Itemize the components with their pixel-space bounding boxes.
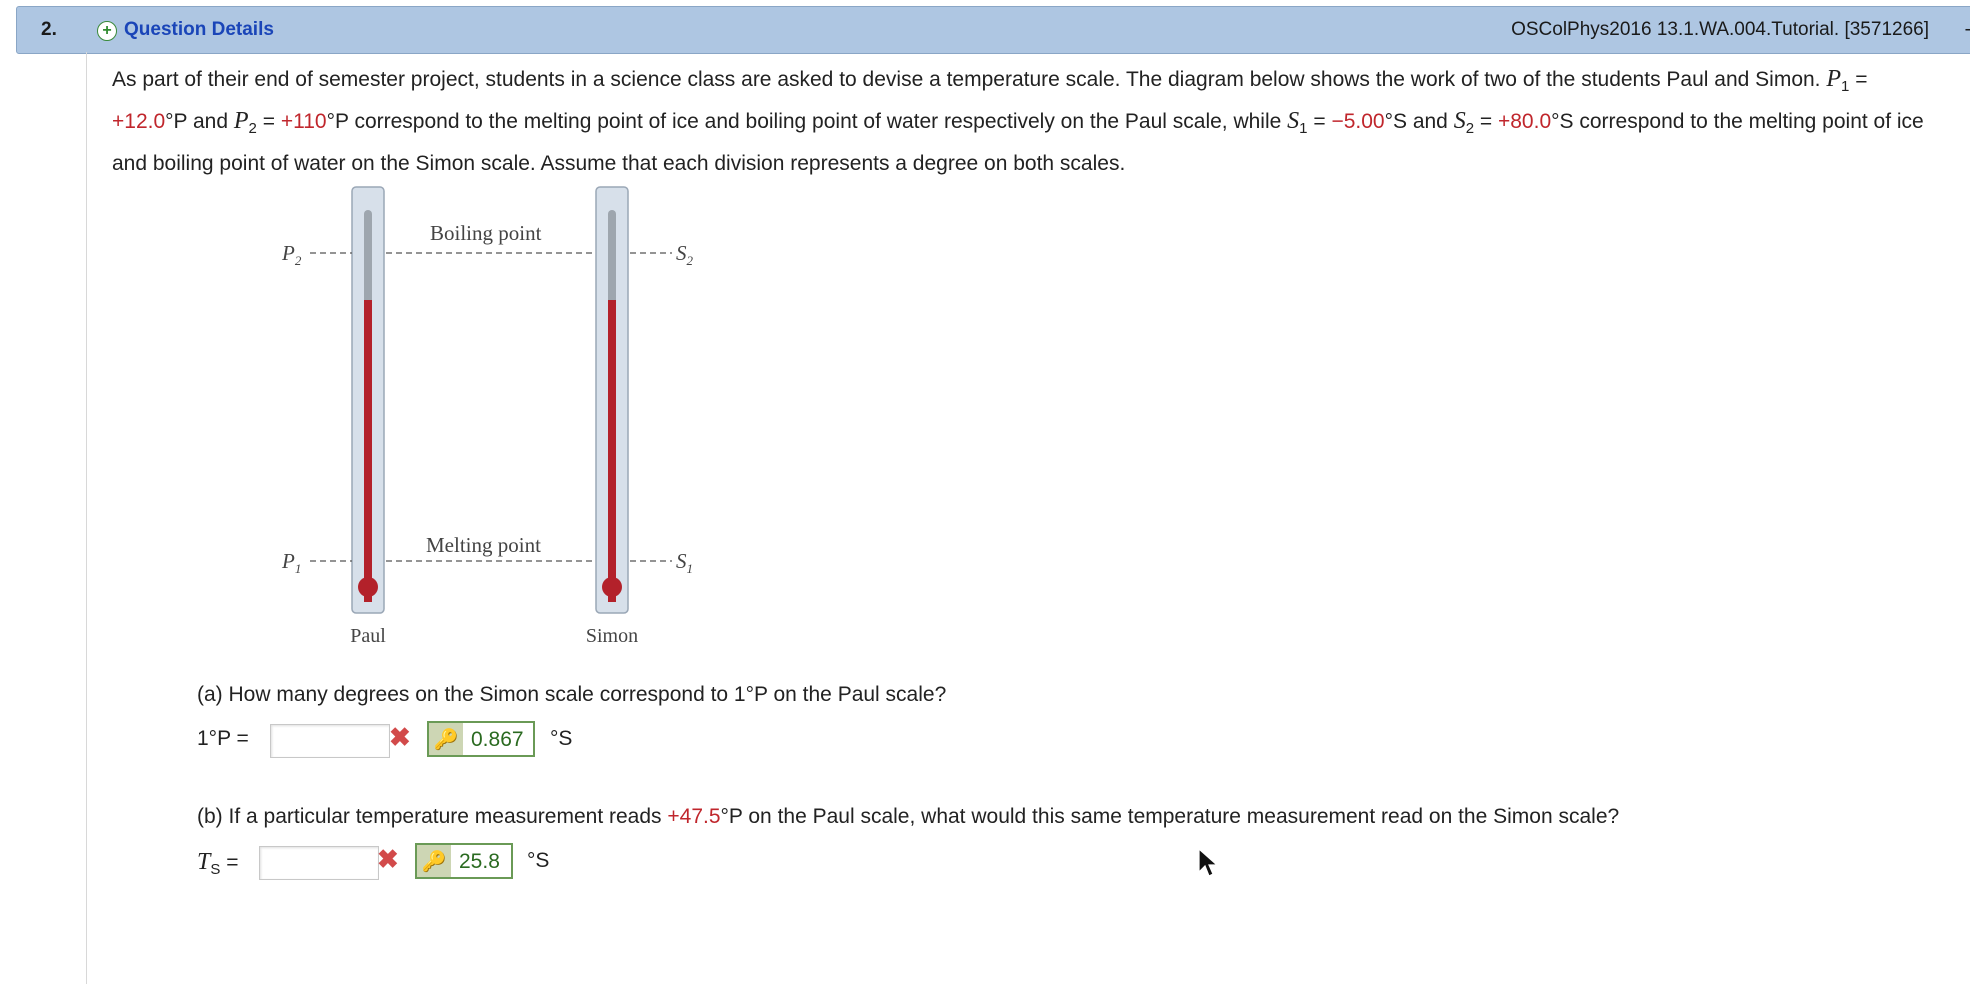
boiling-point-label: Boiling point [430, 221, 542, 245]
simon-label: Simon [586, 625, 638, 647]
equals: = [1474, 110, 1498, 134]
s2-sub: 2 [1465, 120, 1475, 138]
part-b-correct-answer: 25.8 [459, 850, 500, 873]
part-a-correct-answer: 0.867 [471, 728, 524, 751]
p1-unit-text: °P and [165, 110, 234, 134]
s1-diagram-label: S1 [676, 549, 693, 576]
incorrect-x-icon: ✖ [377, 844, 399, 874]
p2-symbol: P [233, 108, 249, 135]
part-b-question: (b) If a particular temperature measurem… [197, 805, 1619, 829]
question-details-link[interactable]: Question Details [124, 19, 274, 41]
s1-value: −5.00 [1331, 110, 1385, 134]
question-header: 2. + Question Details OSColPhys2016 13.1… [16, 6, 1970, 54]
part-b-highlight-value: +47.5 [667, 805, 721, 828]
equals: = [1849, 68, 1868, 91]
part-a-label: 1°P = [197, 727, 249, 750]
question-number: 2. [41, 19, 57, 40]
thermometer-diagram: Boiling point Melting point P2 P1 S2 S1 … [281, 186, 694, 647]
melting-point-label: Melting point [426, 533, 541, 557]
content-left-rule [86, 52, 87, 984]
p1-diagram-label: P1 [281, 549, 301, 576]
equals: = [1307, 110, 1332, 134]
s1-unit-text: °S and [1384, 110, 1454, 134]
part-b-answer-key: 🔑 25.8 [415, 843, 513, 879]
header-dash: - [1965, 19, 1970, 41]
incorrect-x-icon: ✖ [389, 722, 411, 752]
part-a-answer-input[interactable] [270, 724, 390, 758]
p1-symbol: P [1826, 66, 1842, 92]
part-a-question: (a) How many degrees on the Simon scale … [197, 683, 947, 706]
part-b-text-1: (b) If a particular temperature measurem… [197, 805, 668, 828]
p2-unit-text: °P correspond to the melting point of ic… [326, 110, 1288, 134]
question-reference: OSColPhys2016 13.1.WA.004.Tutorial. [357… [1511, 19, 1929, 40]
part-b-text-2: °P on the Paul scale, what would this sa… [720, 805, 1620, 828]
part-b-unit: °S [527, 849, 550, 872]
simon-mercury-column [608, 300, 616, 602]
part-a-unit: °S [550, 727, 573, 750]
part-a-answer-key: 🔑 0.867 [427, 721, 535, 757]
expand-plus-icon[interactable]: + [97, 21, 117, 41]
mouse-cursor-icon [1198, 848, 1218, 877]
part-b-label: TS = [197, 849, 238, 878]
s2-diagram-label: S2 [676, 241, 694, 268]
problem-text: As part of their end of semester project… [112, 68, 1827, 91]
p2-value: +110 [280, 110, 327, 134]
p2-sub: 2 [248, 120, 257, 138]
key-icon: 🔑 [417, 845, 451, 877]
paul-label: Paul [350, 625, 386, 647]
equals: = [256, 110, 281, 134]
t-sub: S [210, 861, 221, 879]
paul-mercury-column [364, 300, 372, 602]
s2-value: +80.0 [1497, 110, 1552, 134]
problem-statement: As part of their end of semester project… [112, 62, 1942, 181]
simon-mercury-bulb [602, 577, 622, 597]
p1-value: +12.0 [112, 110, 166, 134]
p2-diagram-label: P2 [281, 241, 302, 268]
s2-symbol: S [1453, 108, 1466, 135]
s1-symbol: S [1287, 108, 1300, 135]
key-icon: 🔑 [429, 723, 463, 755]
s1-sub: 1 [1299, 120, 1308, 138]
paul-mercury-bulb [358, 577, 378, 597]
t-equals: = [220, 851, 239, 874]
t-symbol: T [197, 849, 211, 875]
part-b-answer-input[interactable] [259, 846, 379, 880]
